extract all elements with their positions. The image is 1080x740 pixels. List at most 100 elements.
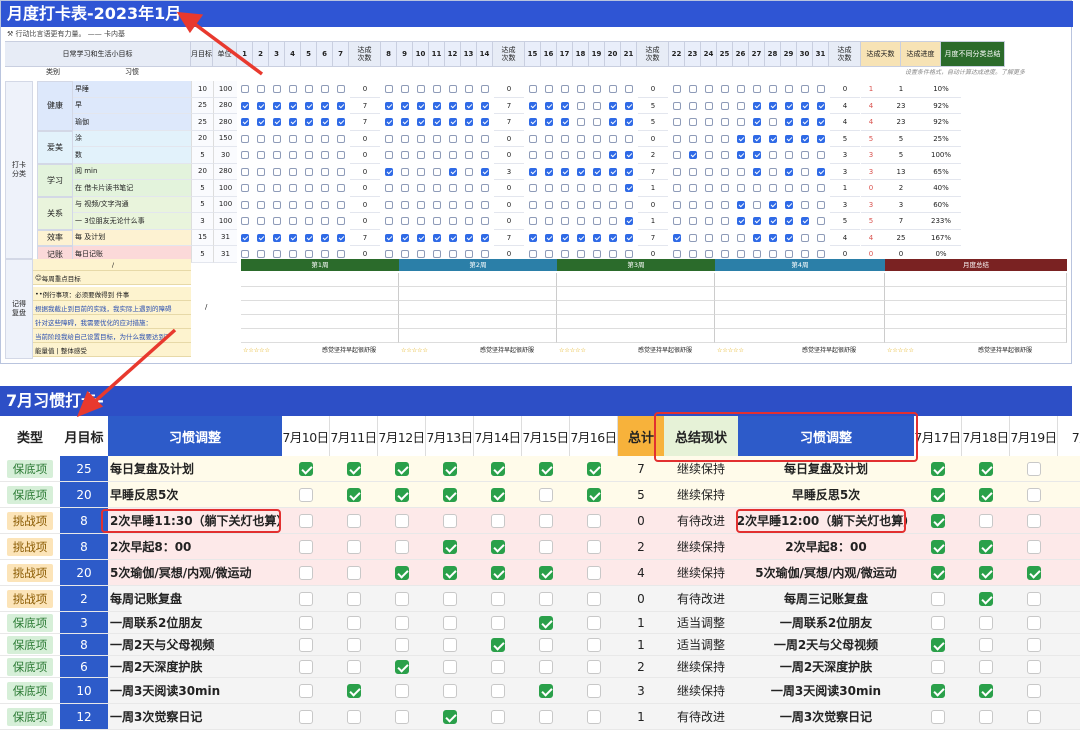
day-checkbox[interactable] [753, 101, 761, 110]
day-checkbox[interactable] [801, 134, 809, 143]
day-checkbox[interactable] [305, 151, 313, 159]
day-checkbox[interactable] [529, 233, 537, 242]
day-checkbox[interactable] [673, 85, 681, 93]
day-checkbox[interactable] [1027, 660, 1041, 674]
review-cell[interactable] [241, 273, 399, 287]
day-checkbox[interactable] [385, 85, 393, 93]
day-checkbox[interactable] [385, 233, 393, 242]
day-checkbox[interactable] [785, 233, 793, 242]
day-checkbox[interactable] [347, 616, 361, 630]
day-checkbox[interactable] [443, 684, 457, 698]
review-cell[interactable] [715, 287, 885, 301]
day-checkbox[interactable] [299, 540, 313, 554]
day-checkbox[interactable] [539, 684, 553, 698]
day-checkbox[interactable] [481, 233, 489, 242]
day-checkbox[interactable] [465, 85, 473, 93]
day-checkbox[interactable] [257, 85, 265, 93]
day-checkbox[interactable] [337, 233, 345, 242]
day-checkbox[interactable] [625, 167, 633, 176]
day-checkbox[interactable] [273, 151, 281, 159]
day-checkbox[interactable] [769, 200, 777, 209]
day-checkbox[interactable] [257, 151, 265, 159]
review-cell[interactable] [241, 301, 399, 315]
day-checkbox[interactable] [401, 167, 409, 176]
energy-stars[interactable]: ☆☆☆☆☆ [717, 345, 773, 357]
day-checkbox[interactable] [593, 233, 601, 242]
day-checkbox[interactable] [257, 134, 265, 143]
day-checkbox[interactable] [609, 250, 617, 258]
day-checkbox[interactable] [587, 566, 601, 580]
habit-cell[interactable]: 2次早起8：00 [110, 534, 282, 559]
day-checkbox[interactable] [465, 233, 473, 242]
day-checkbox[interactable] [1027, 638, 1041, 652]
day-checkbox[interactable] [337, 101, 345, 110]
day-checkbox[interactable] [401, 151, 409, 159]
day-checkbox[interactable] [481, 118, 489, 126]
day-checkbox[interactable] [491, 566, 505, 580]
review-cell[interactable] [557, 273, 715, 287]
day-checkbox[interactable] [529, 184, 537, 192]
day-checkbox[interactable] [785, 184, 793, 192]
day-checkbox[interactable] [593, 217, 601, 225]
habit-adjust-cell[interactable]: 一周3次觉察日记 [738, 704, 914, 729]
day-checkbox[interactable] [433, 101, 441, 110]
day-checkbox[interactable] [689, 85, 697, 93]
day-checkbox[interactable] [817, 217, 825, 225]
day-checkbox[interactable] [347, 660, 361, 674]
habit-adjust-cell[interactable]: 一周联系2位朋友 [738, 612, 914, 633]
day-checkbox[interactable] [449, 118, 457, 126]
review-cell[interactable] [715, 315, 885, 329]
day-checkbox[interactable] [433, 118, 441, 126]
day-checkbox[interactable] [689, 151, 697, 159]
day-checkbox[interactable] [257, 233, 265, 242]
day-checkbox[interactable] [769, 134, 777, 143]
review-cell[interactable] [885, 273, 1067, 287]
day-checkbox[interactable] [561, 200, 569, 209]
day-checkbox[interactable] [931, 488, 945, 502]
review-cell[interactable] [885, 329, 1067, 343]
habit-name[interactable]: 涂 [73, 130, 191, 147]
day-checkbox[interactable] [673, 151, 681, 159]
day-checkbox[interactable] [721, 118, 729, 126]
day-checkbox[interactable] [289, 101, 297, 110]
day-checkbox[interactable] [561, 233, 569, 242]
day-checkbox[interactable] [539, 540, 553, 554]
day-checkbox[interactable] [465, 134, 473, 143]
day-checkbox[interactable] [931, 514, 945, 528]
day-checkbox[interactable] [241, 250, 249, 258]
day-checkbox[interactable] [401, 200, 409, 209]
day-checkbox[interactable] [545, 101, 553, 110]
day-checkbox[interactable] [321, 101, 329, 110]
energy-stars[interactable]: ☆☆☆☆☆ [243, 345, 299, 357]
day-checkbox[interactable] [491, 540, 505, 554]
day-checkbox[interactable] [721, 250, 729, 258]
day-checkbox[interactable] [753, 250, 761, 258]
day-checkbox[interactable] [609, 151, 617, 159]
day-checkbox[interactable] [465, 184, 473, 192]
day-checkbox[interactable] [299, 592, 313, 606]
day-checkbox[interactable] [979, 514, 993, 528]
day-checkbox[interactable] [769, 250, 777, 258]
day-checkbox[interactable] [241, 233, 249, 242]
day-checkbox[interactable] [931, 616, 945, 630]
day-checkbox[interactable] [347, 592, 361, 606]
day-checkbox[interactable] [449, 184, 457, 192]
day-checkbox[interactable] [721, 233, 729, 242]
day-checkbox[interactable] [401, 233, 409, 242]
day-checkbox[interactable] [491, 488, 505, 502]
day-checkbox[interactable] [625, 101, 633, 110]
day-checkbox[interactable] [979, 488, 993, 502]
day-checkbox[interactable] [305, 233, 313, 242]
day-checkbox[interactable] [539, 616, 553, 630]
day-checkbox[interactable] [625, 200, 633, 209]
energy-stars[interactable]: ☆☆☆☆☆ [559, 345, 615, 357]
day-checkbox[interactable] [289, 151, 297, 159]
day-checkbox[interactable] [321, 151, 329, 159]
day-checkbox[interactable] [385, 134, 393, 143]
day-checkbox[interactable] [587, 592, 601, 606]
day-checkbox[interactable] [385, 250, 393, 258]
day-checkbox[interactable] [593, 151, 601, 159]
review-cell[interactable] [715, 273, 885, 287]
day-checkbox[interactable] [395, 592, 409, 606]
day-checkbox[interactable] [385, 184, 393, 192]
